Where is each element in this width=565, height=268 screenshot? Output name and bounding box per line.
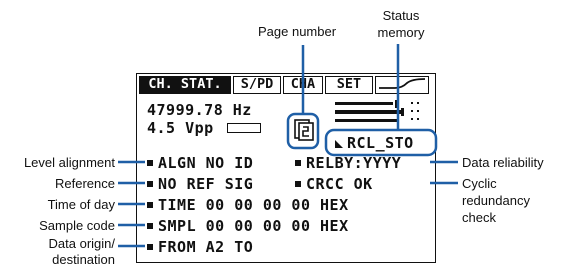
callout-reference: Reference (55, 176, 115, 191)
callout-time-of-day: Time of day (47, 197, 115, 212)
callout-crc-3: check (462, 210, 496, 225)
callout-status-memory-2: memory (377, 25, 425, 40)
callout-page-number: Page number (258, 24, 337, 39)
callout-data-origin-1: Data origin/ (48, 236, 115, 251)
callout-crc-2: redundancy (462, 193, 530, 208)
callout-data-reliability: Data reliability (462, 155, 544, 170)
callout-status-memory-1: Status (382, 8, 420, 23)
callout-sample-code: Sample code (39, 218, 115, 233)
callout-data-origin-2: destination (52, 252, 115, 267)
callout-crc-1: Cyclic (462, 176, 497, 191)
callout-level-alignment: Level alignment (23, 155, 115, 170)
